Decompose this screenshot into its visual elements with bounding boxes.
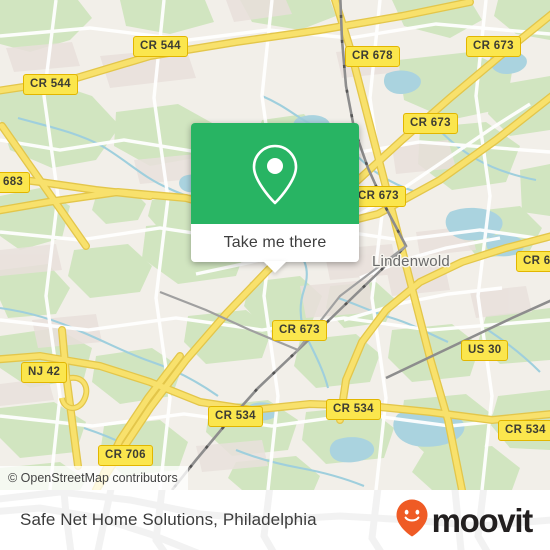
footer-content: Safe Net Home Solutions, Philadelphia mo…: [0, 490, 550, 550]
road-shield: CR 673: [351, 186, 406, 207]
moovit-smiley-pin-icon: [395, 498, 429, 543]
road-shield: CR 680: [516, 251, 550, 272]
road-shield: US 30: [461, 340, 509, 361]
place-popup-card[interactable]: Take me there: [191, 123, 359, 273]
road-shield: CR 544: [23, 74, 78, 95]
take-me-there-button[interactable]: Take me there: [224, 234, 327, 252]
place-label-lindenwold: Lindenwold: [372, 253, 450, 270]
road-shield: CR 673: [466, 36, 521, 57]
page-title: Safe Net Home Solutions, Philadelphia: [20, 510, 317, 529]
road-shield: CR 678: [345, 46, 400, 67]
location-pin-icon: [247, 142, 303, 206]
popup-image-placeholder: [191, 123, 359, 224]
osm-attribution[interactable]: © OpenStreetMap contributors: [0, 465, 188, 490]
road-shield: CR 706: [98, 445, 153, 466]
road-shield: CR 534: [208, 406, 263, 427]
moovit-wordmark: moovit: [431, 501, 534, 539]
map-canvas[interactable]: CR 544 CR 678 CR 673 CR 544 CR 673 683 C…: [0, 0, 550, 490]
popup-action-bar[interactable]: Take me there: [191, 224, 359, 273]
footer-bar: Safe Net Home Solutions, Philadelphia mo…: [0, 490, 550, 550]
road-shield: CR 534: [326, 399, 381, 420]
road-shield: CR 673: [403, 113, 458, 134]
moovit-logo[interactable]: moovit: [395, 498, 534, 543]
moovit-place-card-screenshot: CR 544 CR 678 CR 673 CR 544 CR 673 683 C…: [0, 0, 550, 550]
road-shield: 683: [0, 172, 31, 193]
road-shield: CR 534: [498, 420, 550, 441]
popup-tail-pointer: [263, 261, 287, 273]
road-shield: CR 544: [133, 36, 188, 57]
road-shield: NJ 42: [21, 362, 68, 383]
road-shield: CR 673: [272, 320, 327, 341]
